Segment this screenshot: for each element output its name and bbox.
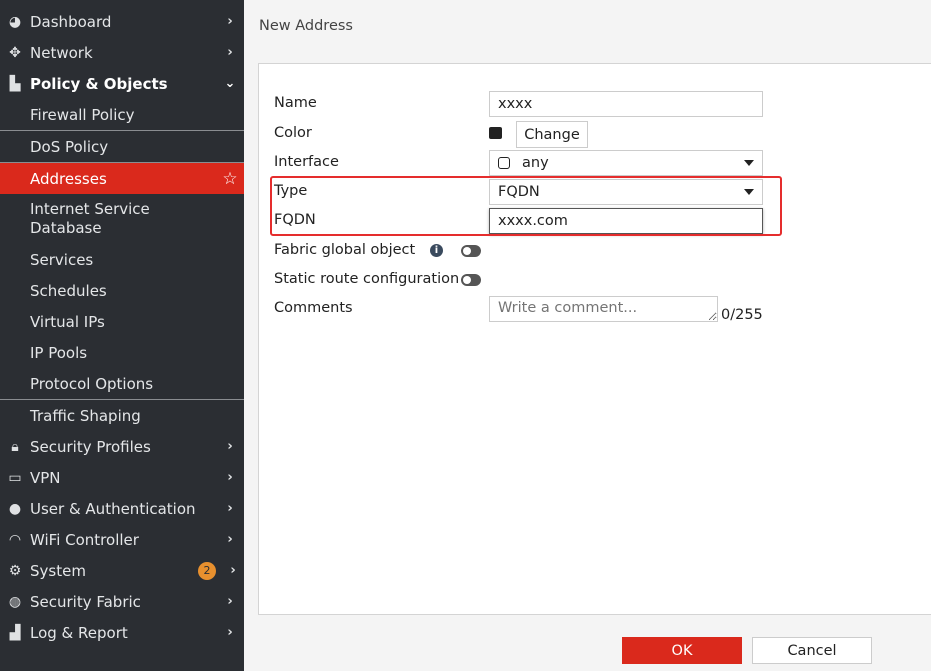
highlight-box — [270, 176, 782, 236]
chart-icon: ▟ — [9, 624, 21, 641]
policy-icon: ▙ — [9, 75, 21, 92]
color-label: Color — [274, 125, 312, 141]
lock-icon: 🔒︎ — [11, 438, 19, 455]
sidebar-item-dashboard[interactable]: ◕ Dashboard › — [0, 6, 244, 37]
interface-label: Interface — [274, 154, 339, 170]
sidebar-item-virtual-ips[interactable]: Virtual IPs — [0, 306, 244, 337]
sidebar-item-traffic-shaping[interactable]: Traffic Shaping — [0, 400, 244, 431]
name-input[interactable]: xxxx — [489, 91, 763, 117]
sidebar-item-addresses[interactable]: Addresses ☆ — [0, 163, 244, 194]
sidebar-item-system[interactable]: ⚙ System 2 › — [0, 555, 244, 586]
chevron-right-icon: › — [227, 594, 233, 609]
network-icon: ✥ — [9, 44, 21, 61]
chevron-right-icon: › — [227, 625, 233, 640]
user-icon: ● — [8, 500, 22, 517]
interface-select[interactable]: any — [489, 150, 763, 176]
sidebar-item-internet-service-database[interactable]: Internet Service Database — [0, 199, 244, 239]
cancel-button[interactable]: Cancel — [752, 637, 872, 664]
ok-button[interactable]: OK — [622, 637, 742, 664]
chevron-right-icon: › — [227, 501, 233, 516]
sidebar-item-dos-policy[interactable]: DoS Policy — [0, 131, 244, 162]
caret-down-icon — [744, 160, 754, 166]
sidebar-item-security-fabric[interactable]: ◍ Security Fabric › — [0, 586, 244, 617]
star-icon[interactable]: ☆ — [216, 169, 244, 189]
form-panel — [258, 63, 931, 615]
comments-textarea[interactable] — [489, 296, 718, 322]
sidebar-item-firewall-policy[interactable]: Firewall Policy — [0, 99, 244, 130]
chevron-right-icon: › — [227, 439, 233, 454]
fabric-global-object-label: Fabric global object — [274, 242, 416, 258]
gear-icon: ⚙ — [8, 562, 22, 579]
notification-badge: 2 — [198, 561, 216, 580]
static-route-label: Static route configuration — [274, 271, 460, 287]
sidebar-item-vpn[interactable]: ▭ VPN › — [0, 462, 244, 493]
name-label: Name — [274, 95, 317, 111]
info-icon: i — [430, 244, 443, 257]
sidebar-item-protocol-options[interactable]: Protocol Options — [0, 368, 244, 399]
interface-icon — [498, 157, 510, 169]
change-color-button[interactable]: Change — [516, 121, 588, 148]
sidebar-item-network[interactable]: ✥ Network › — [0, 37, 244, 68]
chevron-down-icon: ⌄ — [224, 76, 236, 91]
static-route-toggle[interactable] — [461, 274, 481, 286]
dashboard-icon: ◕ — [8, 13, 22, 30]
color-swatch-icon — [489, 127, 502, 139]
page-title: New Address — [259, 18, 353, 34]
sidebar-item-schedules[interactable]: Schedules — [0, 275, 244, 306]
laptop-icon: ▭ — [8, 469, 22, 486]
fabric-global-object-toggle[interactable] — [461, 245, 481, 257]
comments-counter: 0/255 — [721, 307, 763, 323]
chevron-right-icon: › — [227, 532, 233, 547]
sidebar-item-services[interactable]: Services — [0, 244, 244, 275]
sidebar-item-wifi-controller[interactable]: ◠ WiFi Controller › — [0, 524, 244, 555]
sidebar-item-ip-pools[interactable]: IP Pools — [0, 337, 244, 368]
sidebar-item-security-profiles[interactable]: 🔒︎ Security Profiles › — [0, 431, 244, 462]
wifi-icon: ◠ — [8, 531, 22, 548]
chevron-right-icon: › — [227, 14, 233, 29]
sidebar-item-policy-objects[interactable]: ▙ Policy & Objects ⌄ — [0, 68, 244, 99]
sidebar-item-user-authentication[interactable]: ● User & Authentication › — [0, 493, 244, 524]
sidebar: ◕ Dashboard › ✥ Network › ▙ Policy & Objects ⌄… — [0, 0, 244, 671]
fabric-icon: ◍ — [8, 593, 22, 610]
chevron-right-icon: › — [227, 45, 233, 60]
sidebar-item-log-report[interactable]: ▟ Log & Report › — [0, 617, 244, 648]
comments-label: Comments — [274, 300, 353, 316]
chevron-right-icon: › — [230, 563, 236, 578]
chevron-right-icon: › — [227, 470, 233, 485]
